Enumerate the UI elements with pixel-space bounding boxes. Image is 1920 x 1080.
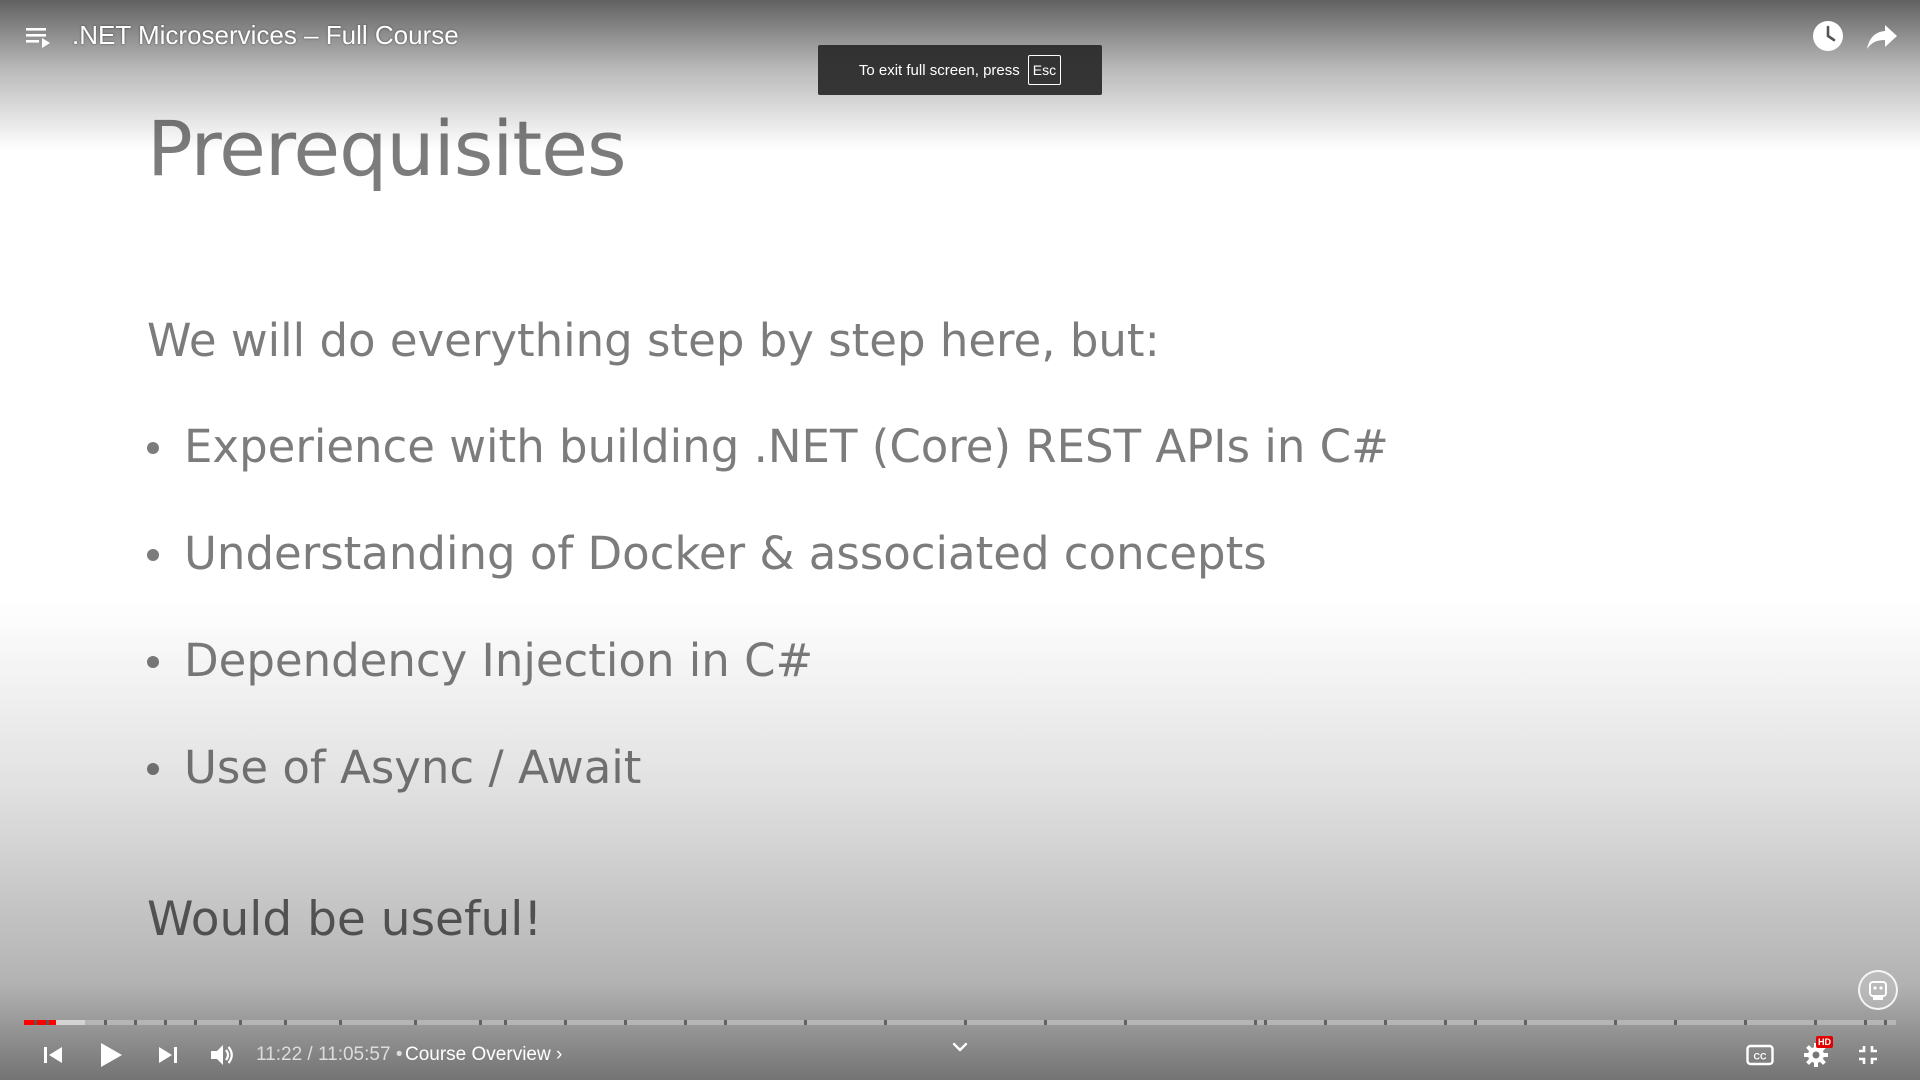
video-player[interactable]: Prerequisites We will do everything step… — [0, 0, 1920, 1080]
chapter-marker — [564, 1020, 567, 1025]
chapter-marker — [1264, 1020, 1267, 1025]
chapter-marker — [804, 1020, 807, 1025]
chapter-marker — [1814, 1020, 1817, 1025]
chapter-marker — [1124, 1020, 1127, 1025]
chapter-marker — [1474, 1020, 1477, 1025]
play-icon[interactable] — [91, 1035, 131, 1075]
chapter-marker — [684, 1020, 687, 1025]
playlist-icon[interactable] — [24, 22, 54, 52]
chapter-marker — [284, 1020, 287, 1025]
bullet-item: Experience with building .NET (Core) RES… — [147, 420, 1389, 527]
video-title[interactable]: .NET Microservices – Full Course — [72, 20, 459, 51]
chapter-marker — [1864, 1020, 1867, 1025]
slide-title: Prerequisites — [147, 104, 627, 193]
chapter-marker — [1444, 1020, 1447, 1025]
chapter-title-button[interactable]: Course Overview › — [405, 1044, 562, 1066]
chapter-marker — [34, 1020, 37, 1025]
chapter-marker — [1744, 1020, 1747, 1025]
bullet-item: Use of Async / Await — [147, 741, 1389, 848]
current-time: 11:22 — [256, 1044, 303, 1065]
svg-text:CC: CC — [1754, 1052, 1767, 1062]
chapter-marker — [1044, 1020, 1047, 1025]
chapter-bullet: • — [395, 1044, 403, 1065]
slide-intro-text: We will do everything step by step here,… — [147, 314, 1160, 367]
progress-loaded — [56, 1020, 86, 1025]
chapter-marker — [1674, 1020, 1677, 1025]
progress-bar[interactable] — [24, 1020, 1896, 1025]
chapter-marker — [1324, 1020, 1327, 1025]
slide-outro-text: Would be useful! — [147, 892, 543, 947]
bullet-item: Dependency Injection in C# — [147, 634, 1389, 741]
chapter-marker — [1254, 1020, 1257, 1025]
bullet-item: Understanding of Docker & associated con… — [147, 527, 1389, 634]
chapter-marker — [194, 1020, 197, 1025]
skip-next-icon[interactable] — [148, 1035, 188, 1075]
time-separator: / — [307, 1044, 313, 1065]
chapter-marker — [1384, 1020, 1387, 1025]
chapter-marker — [964, 1020, 967, 1025]
volume-icon[interactable] — [202, 1035, 242, 1075]
chapter-marker — [164, 1020, 167, 1025]
bullet-text: Experience with building .NET (Core) RES… — [184, 420, 1389, 473]
chapter-marker — [1614, 1020, 1617, 1025]
video-duration: 11:05:57 — [317, 1044, 391, 1065]
time-display: 11:22 / 11:05:57 • — [256, 1044, 402, 1066]
hd-badge: HD — [1816, 1036, 1833, 1048]
chapter-marker — [414, 1020, 417, 1025]
skip-previous-icon[interactable] — [33, 1035, 73, 1075]
chapter-marker — [1884, 1020, 1887, 1025]
cc-icon[interactable]: CC — [1740, 1035, 1780, 1075]
bullet-text: Dependency Injection in C# — [184, 634, 814, 687]
bullet-dot — [147, 763, 159, 775]
clock-icon[interactable] — [1810, 18, 1846, 54]
bullet-list: Experience with building .NET (Core) RES… — [147, 420, 1389, 848]
bullet-dot — [147, 549, 159, 561]
chapter-marker — [46, 1020, 49, 1025]
bullet-text: Understanding of Docker & associated con… — [184, 527, 1267, 580]
chapter-marker — [884, 1020, 887, 1025]
exit-fullscreen-toast: To exit full screen, press Esc — [818, 45, 1102, 95]
bullet-dot — [147, 656, 159, 668]
chevron-right-icon: › — [556, 1044, 563, 1065]
exit-fullscreen-icon[interactable] — [1848, 1035, 1888, 1075]
share-icon[interactable] — [1864, 18, 1900, 54]
bullet-dot — [147, 442, 159, 454]
chapter-marker — [1524, 1020, 1527, 1025]
chapter-marker — [134, 1020, 137, 1025]
gear-icon[interactable]: HD — [1796, 1035, 1836, 1075]
toast-text: To exit full screen, press — [858, 61, 1020, 79]
chapter-marker — [339, 1020, 342, 1025]
chapter-marker — [624, 1020, 627, 1025]
chapter-marker — [479, 1020, 482, 1025]
esc-key-hint: Esc — [1027, 55, 1062, 85]
bullet-text: Use of Async / Await — [184, 741, 642, 794]
chapter-title: Course Overview — [405, 1044, 551, 1065]
progress-played — [24, 1020, 56, 1025]
channel-watermark-icon[interactable] — [1858, 970, 1898, 1010]
player-controls: 11:22 / 11:05:57 • Course Overview › CC — [0, 1030, 1920, 1080]
presentation-slide: Prerequisites We will do everything step… — [0, 0, 1920, 1080]
chapter-marker — [724, 1020, 727, 1025]
chapter-marker — [504, 1020, 507, 1025]
chapter-marker — [239, 1020, 242, 1025]
chapter-marker — [104, 1020, 107, 1025]
